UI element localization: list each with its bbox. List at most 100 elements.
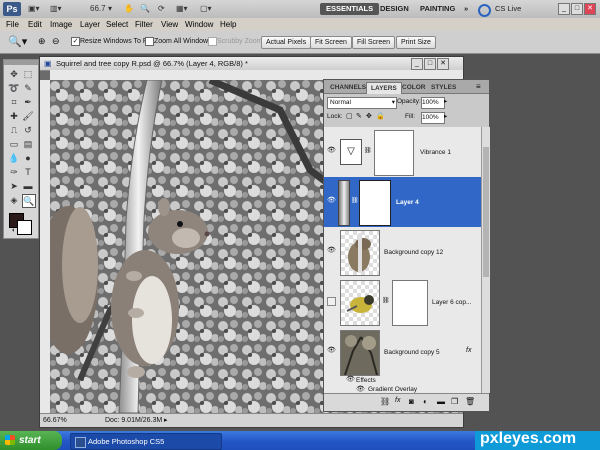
scrubby-zoom-checkbox[interactable]: [208, 37, 217, 46]
cs-live-button[interactable]: CS Live: [489, 3, 527, 15]
layer-row-layer-4[interactable]: 👁 ⛓ Layer 4: [324, 177, 481, 228]
clone-stamp-tool-icon[interactable]: ⎍: [8, 124, 20, 136]
start-button[interactable]: start: [0, 431, 62, 450]
menu-edit[interactable]: Edit: [28, 19, 42, 30]
visibility-toggle-hidden[interactable]: [327, 297, 336, 306]
new-adjustment-layer-icon[interactable]: ◐: [423, 397, 428, 406]
visibility-eye-icon[interactable]: 👁: [327, 197, 336, 205]
eyedropper-tool-icon[interactable]: ✒: [22, 96, 34, 108]
visibility-eye-icon[interactable]: 👁: [327, 147, 336, 155]
blur-tool-icon[interactable]: 💧: [8, 152, 20, 164]
menu-help[interactable]: Help: [220, 19, 236, 30]
tab-color[interactable]: COLOR: [398, 82, 429, 93]
close-app-button[interactable]: ✕: [584, 3, 596, 15]
layer-row-background-copy-12[interactable]: 👁 Background copy 12: [324, 227, 481, 278]
healing-brush-tool-icon[interactable]: ✚: [8, 110, 20, 122]
history-brush-tool-icon[interactable]: ↺: [22, 124, 34, 136]
quick-selection-tool-icon[interactable]: ✎: [22, 82, 34, 94]
opacity-field[interactable]: 100%: [421, 97, 445, 109]
menu-view[interactable]: View: [161, 19, 178, 30]
zoom-all-windows-checkbox[interactable]: [145, 37, 154, 46]
tab-styles[interactable]: STYLES: [427, 82, 460, 93]
lock-transparent-icon[interactable]: ▢: [346, 112, 353, 122]
fill-field[interactable]: 100%: [421, 112, 445, 124]
screen-mode-icon[interactable]: ▢▾: [200, 4, 212, 14]
zoom-in-icon[interactable]: ⊕: [38, 36, 46, 47]
workspace-painting[interactable]: PAINTING: [414, 3, 461, 15]
gradient-tool-icon[interactable]: ▤: [22, 138, 34, 150]
lasso-tool-icon[interactable]: ➰: [8, 82, 20, 94]
print-size-button[interactable]: Print Size: [396, 36, 436, 49]
quick-mask-icon[interactable]: ◐: [8, 225, 20, 237]
zoom-tool-preset-icon[interactable]: 🔍▾: [8, 35, 27, 48]
panel-menu-icon[interactable]: ≡: [476, 82, 481, 91]
layer-effects-fx-icon[interactable]: fx: [466, 347, 471, 354]
menu-layer[interactable]: Layer: [80, 19, 100, 30]
zoom-percentage[interactable]: 66.67%: [43, 414, 67, 427]
shape-tool-icon[interactable]: ▬: [22, 180, 34, 192]
3d-rotate-tool-icon[interactable]: ◈: [8, 194, 20, 206]
workspace-design[interactable]: DESIGN: [374, 3, 415, 15]
workspace-essentials[interactable]: ESSENTIALS: [320, 3, 380, 15]
layer-row-layer-6-copy[interactable]: ⛓ Layer 6 cop...: [324, 277, 481, 328]
lock-all-icon[interactable]: 🔒: [376, 112, 385, 122]
layer-row-vibrance-1[interactable]: 👁 ▽ ⛓ Vibrance 1: [324, 127, 481, 178]
tab-channels[interactable]: CHANNELS: [326, 82, 370, 93]
zoom-tool-icon[interactable]: 🔍: [140, 4, 150, 14]
maximize-app-button[interactable]: □: [571, 3, 583, 15]
fill-screen-button[interactable]: Fill Screen: [352, 36, 396, 49]
visibility-eye-icon[interactable]: 👁: [327, 347, 336, 355]
layers-scrollbar-thumb[interactable]: [483, 147, 489, 277]
arrange-documents-icon[interactable]: ▦▾: [176, 4, 188, 14]
add-layer-style-icon[interactable]: fx: [395, 397, 400, 404]
rotate-view-icon[interactable]: ⟳: [158, 4, 165, 14]
actual-pixels-button[interactable]: Actual Pixels: [261, 36, 312, 49]
type-tool-icon[interactable]: T: [22, 166, 34, 178]
menu-window[interactable]: Window: [185, 19, 213, 30]
view-extras-icon[interactable]: ▥▾: [50, 4, 62, 14]
doc-minimize-button[interactable]: _: [411, 58, 423, 70]
new-layer-icon[interactable]: ❐: [451, 397, 458, 406]
taskbar-item-photoshop[interactable]: Adobe Photoshop CS5: [70, 433, 222, 450]
fill-chevron-icon[interactable]: ▸: [444, 112, 447, 122]
more-workspaces-button[interactable]: »: [458, 3, 474, 15]
pen-tool-icon[interactable]: ✑: [8, 166, 20, 178]
opacity-chevron-icon[interactable]: ▸: [444, 97, 447, 107]
visibility-eye-icon[interactable]: 👁: [327, 247, 336, 255]
brush-tool-icon[interactable]: 🖌: [22, 110, 34, 122]
layers-scrollbar[interactable]: [481, 127, 490, 393]
lock-image-icon[interactable]: ✎: [356, 112, 362, 122]
tab-layers[interactable]: LAYERS: [366, 82, 402, 94]
fit-screen-button[interactable]: Fit Screen: [310, 36, 352, 49]
path-selection-tool-icon[interactable]: ➤: [8, 180, 20, 192]
doc-close-button[interactable]: ✕: [437, 58, 449, 70]
add-mask-icon[interactable]: ◙: [409, 397, 414, 406]
bridge-icon[interactable]: ▣▾: [28, 4, 40, 14]
menu-select[interactable]: Select: [106, 19, 128, 30]
delete-layer-icon[interactable]: 🗑: [465, 397, 475, 406]
move-tool-icon[interactable]: ✥: [8, 68, 20, 80]
tools-panel-header[interactable]: [4, 60, 38, 65]
zoom-out-icon[interactable]: ⊖: [52, 36, 60, 47]
resize-windows-checkbox[interactable]: ✓: [71, 37, 80, 46]
link-layers-icon[interactable]: ⛓: [380, 397, 390, 406]
lock-position-icon[interactable]: ✥: [366, 112, 372, 122]
zoom-level-field[interactable]: 66.7: [90, 4, 106, 14]
menu-file[interactable]: File: [6, 19, 19, 30]
effects-visibility-eye-icon[interactable]: 👁: [346, 376, 355, 384]
dodge-tool-icon[interactable]: ●: [22, 152, 34, 164]
menu-filter[interactable]: Filter: [135, 19, 153, 30]
hand-icon[interactable]: ✋: [124, 4, 134, 14]
zoom-dropdown-chevron-icon[interactable]: ▾: [108, 4, 112, 14]
status-menu-arrow-icon[interactable]: ▸: [164, 414, 168, 427]
zoom-tool-icon-selected[interactable]: 🔍: [22, 194, 36, 208]
crop-tool-icon[interactable]: ⌗: [8, 96, 20, 108]
doc-restore-button[interactable]: □: [424, 58, 436, 70]
layer-row-background-copy-5[interactable]: 👁 Background copy 5 fx 👁 Effects 👁 Gradi…: [324, 327, 481, 394]
blend-mode-dropdown[interactable]: Normal ▾: [327, 97, 397, 109]
minimize-app-button[interactable]: _: [558, 3, 570, 15]
menu-image[interactable]: Image: [50, 19, 72, 30]
new-group-icon[interactable]: ▬: [437, 397, 445, 406]
marquee-tool-icon[interactable]: ⬚: [22, 68, 34, 80]
eraser-tool-icon[interactable]: ▭: [8, 138, 20, 150]
